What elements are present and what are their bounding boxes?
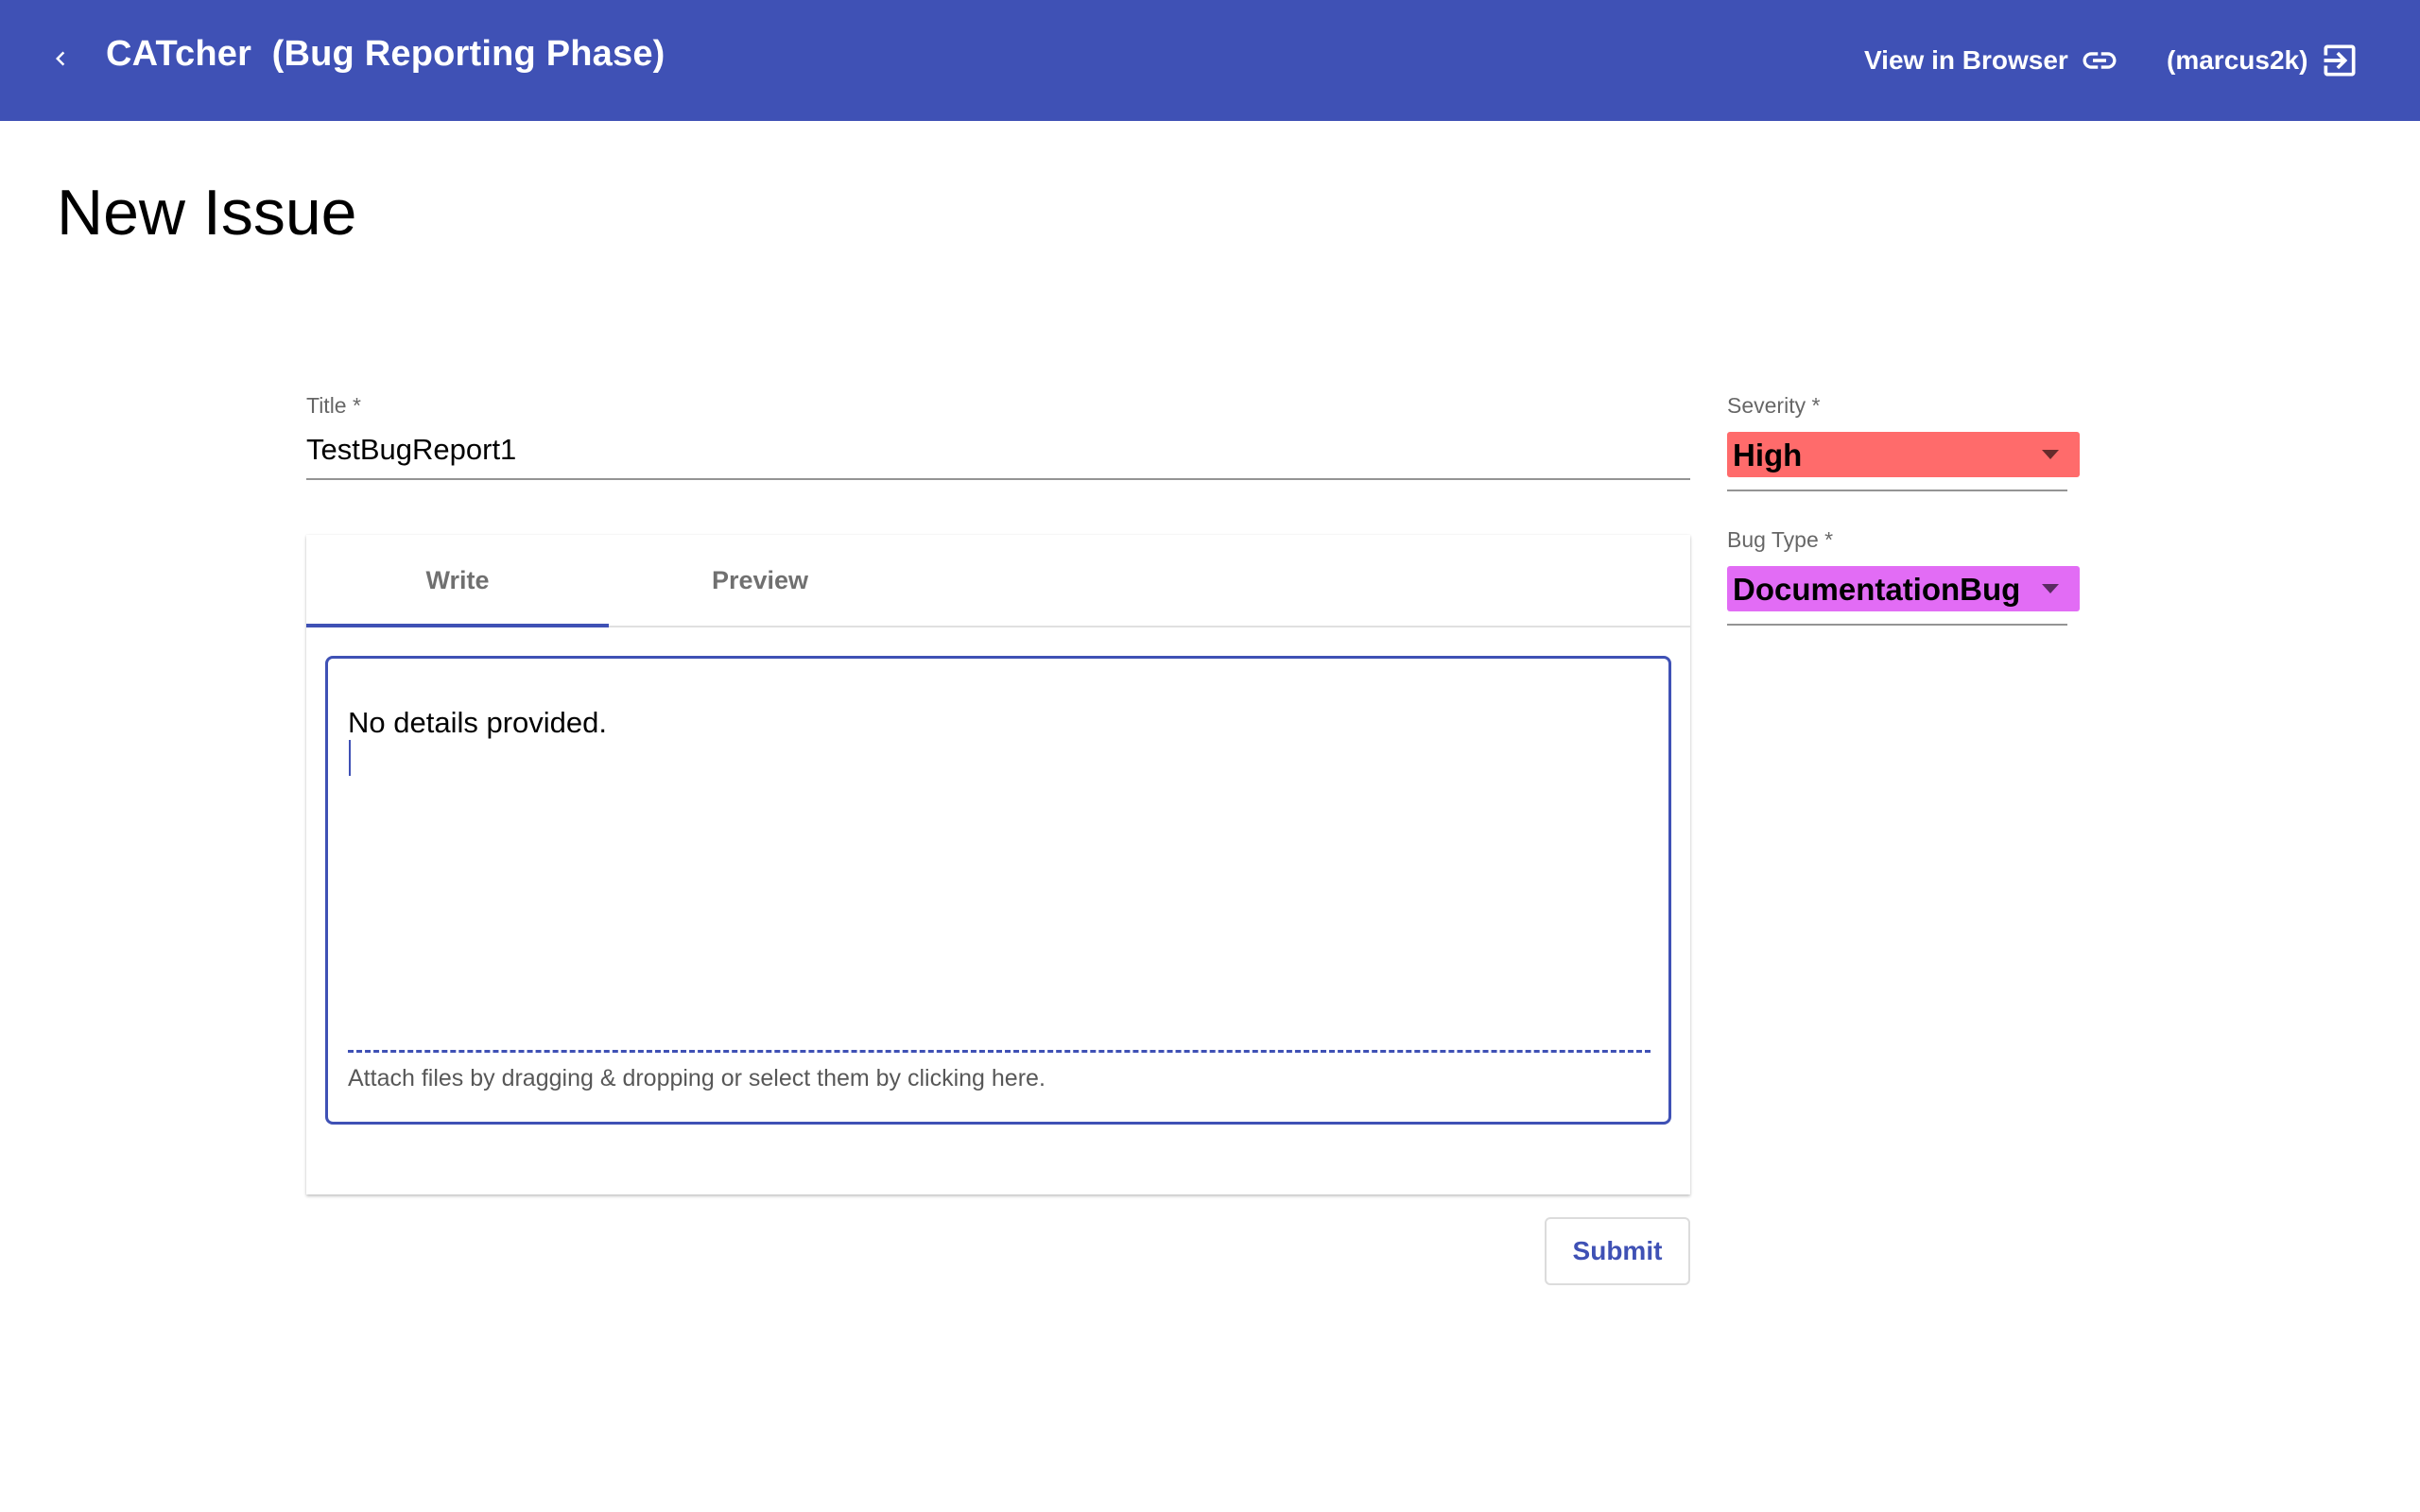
title-input[interactable] — [306, 429, 1690, 471]
active-tab-indicator — [306, 624, 609, 627]
app-toolbar: CATcher (Bug Reporting Phase) View in Br… — [0, 0, 2420, 121]
view-in-browser-label: View in Browser — [1864, 45, 2068, 75]
app-title: CATcher (Bug Reporting Phase) — [106, 34, 666, 75]
description-text: No details provided. — [348, 706, 607, 739]
title-underline — [306, 478, 1690, 480]
text-caret — [349, 740, 351, 776]
attachment-divider — [348, 1050, 1651, 1053]
severity-underline — [1727, 490, 2067, 491]
severity-value: High — [1733, 438, 1803, 472]
title-field-label: Title * — [306, 393, 361, 418]
severity-label: Severity * — [1727, 393, 1821, 418]
logout-button[interactable]: (marcus2k) — [2167, 38, 2360, 83]
dropdown-arrow-icon — [2042, 450, 2059, 459]
description-textarea[interactable]: No details provided. Attach files by dra… — [325, 656, 1671, 1125]
attach-files-zone[interactable]: Attach files by dragging & dropping or s… — [348, 1065, 1046, 1092]
chevron-left-icon — [46, 44, 75, 77]
severity-select[interactable]: High — [1727, 432, 2080, 477]
bug-type-value: DocumentationBug — [1733, 572, 2021, 607]
tab-write[interactable]: Write — [306, 535, 609, 626]
back-button[interactable] — [38, 38, 83, 83]
tab-preview[interactable]: Preview — [609, 535, 911, 626]
bug-type-label: Bug Type * — [1727, 527, 1834, 552]
view-in-browser-link[interactable]: View in Browser — [1864, 38, 2119, 83]
app-name: CATcher — [106, 34, 252, 74]
description-editor-card: Write Preview No details provided. Attac… — [306, 535, 1690, 1194]
bug-type-underline — [1727, 624, 2067, 626]
username-label: (marcus2k) — [2167, 45, 2308, 75]
page-title: New Issue — [57, 177, 357, 249]
submit-button[interactable]: Submit — [1545, 1217, 1690, 1285]
editor-tab-bar: Write Preview — [306, 535, 1690, 627]
phase-label: (Bug Reporting Phase) — [271, 34, 666, 74]
bug-type-select[interactable]: DocumentationBug — [1727, 566, 2080, 611]
dropdown-arrow-icon — [2042, 584, 2059, 593]
link-icon — [2080, 41, 2119, 80]
logout-icon — [2319, 40, 2360, 81]
